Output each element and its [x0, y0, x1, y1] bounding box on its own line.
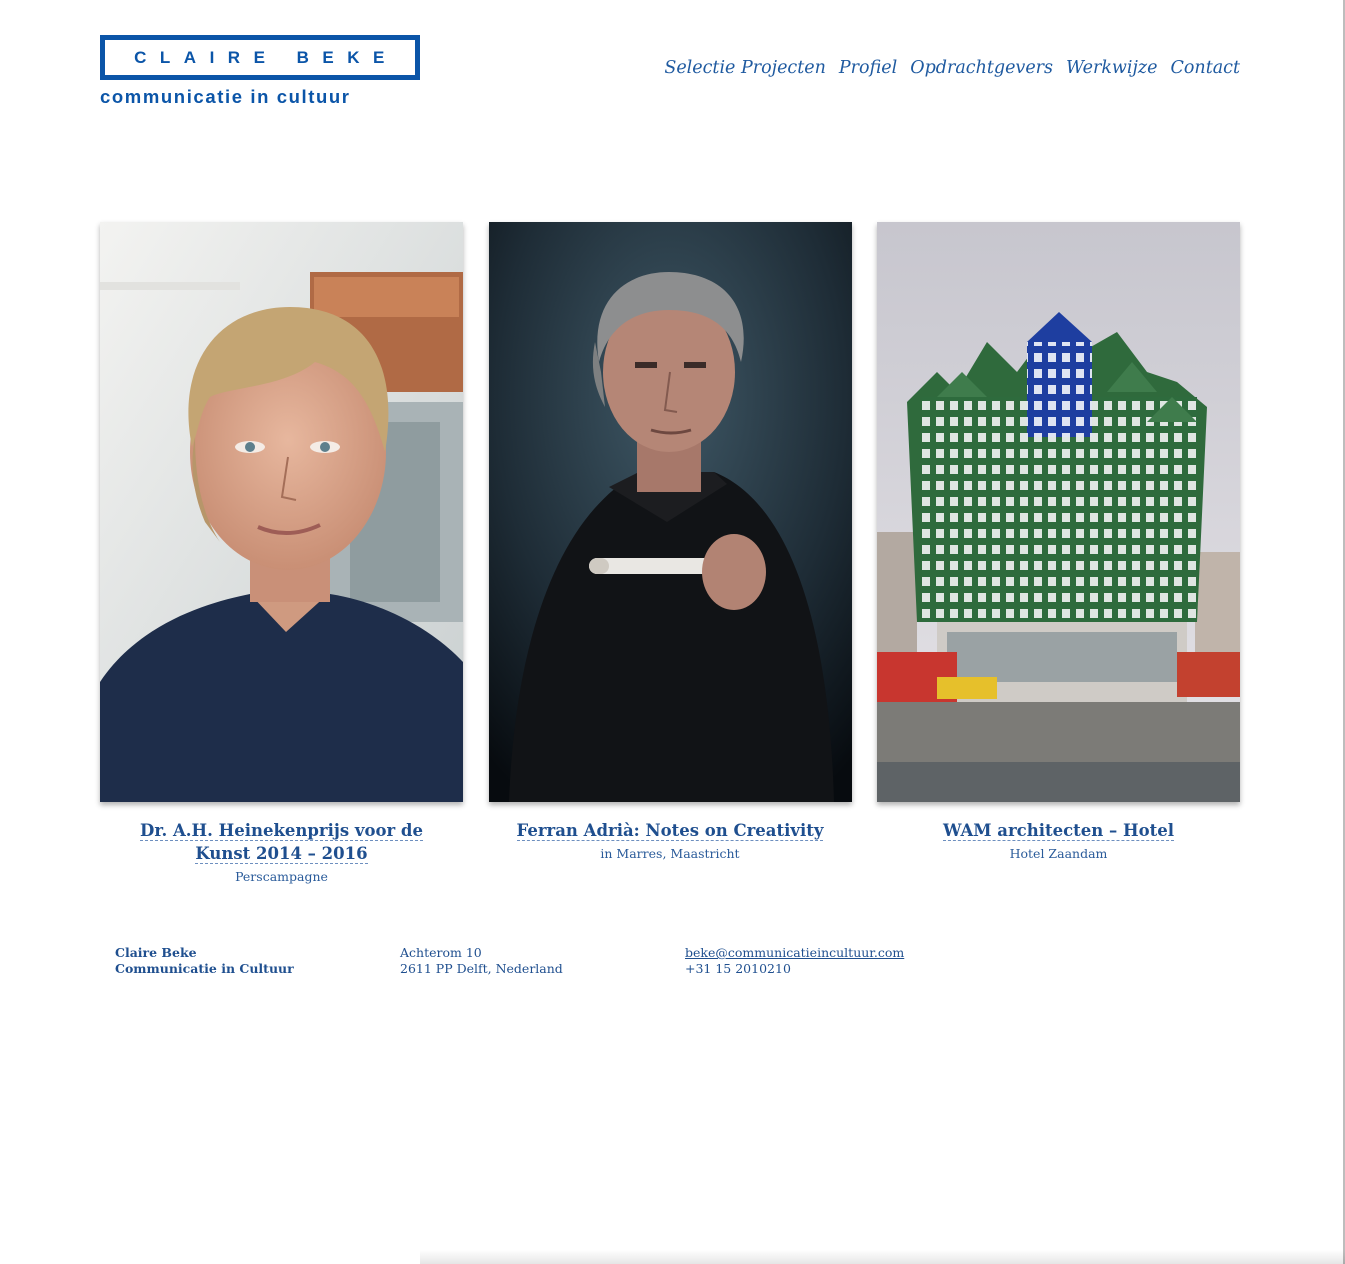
project-grid: Dr. A.H. Heinekenprijs voor de Kunst 201…: [100, 222, 1240, 884]
footer-company-tagline: Communicatie in Cultuur: [115, 961, 294, 976]
project-title-link[interactable]: Dr. A.H. Heinekenprijs voor de Kunst 201…: [140, 821, 423, 864]
portrait-man-image: [488, 222, 852, 802]
footer-contact: beke@communicatieincultuur.com +31 15 20…: [685, 945, 904, 977]
project-card: Dr. A.H. Heinekenprijs voor de Kunst 201…: [100, 222, 463, 884]
project-title-link[interactable]: Ferran Adrià: Notes on Creativity: [516, 821, 824, 841]
nav-item-contact[interactable]: Contact: [1171, 58, 1241, 78]
main-nav: Selectie Projecten Profiel Opdrachtgever…: [664, 58, 1240, 78]
footer-company-name: Claire Beke: [115, 945, 197, 960]
portrait-woman-image: [100, 222, 463, 802]
footer-company: Claire Beke Communicatie in Cultuur: [115, 945, 294, 977]
nav-item-werkwijze[interactable]: Werkwijze: [1066, 58, 1157, 78]
brand-logo[interactable]: CLAIRE BEKE communicatie in cultuur: [100, 35, 420, 108]
project-photo-portrait-man[interactable]: [488, 222, 852, 802]
logo-tagline: communicatie in cultuur: [100, 86, 351, 107]
project-photo-portrait-woman[interactable]: [100, 222, 463, 802]
hotel-building-image: [877, 222, 1240, 802]
project-subtitle: in Marres, Maastricht: [600, 846, 740, 861]
logo-name: CLAIRE BEKE: [134, 47, 398, 67]
project-card: WAM architecten – Hotel Hotel Zaandam: [877, 222, 1240, 884]
project-card: Ferran Adrià: Notes on Creativity in Mar…: [488, 222, 852, 884]
window-bottom-shadow: [420, 1250, 1345, 1264]
footer-email-link[interactable]: beke@communicatieincultuur.com: [685, 945, 904, 960]
project-title-link[interactable]: WAM architecten – Hotel: [943, 821, 1174, 841]
nav-item-selectie-projecten[interactable]: Selectie Projecten: [664, 58, 826, 78]
nav-item-profiel[interactable]: Profiel: [839, 58, 897, 78]
logo-frame: CLAIRE BEKE: [100, 35, 420, 80]
project-subtitle: Perscampagne: [235, 869, 328, 884]
project-photo-hotel-building[interactable]: [877, 222, 1240, 802]
project-subtitle: Hotel Zaandam: [1009, 846, 1108, 861]
footer-address: Achterom 10 2611 PP Delft, Nederland: [400, 945, 563, 977]
footer-phone: +31 15 2010210: [685, 961, 791, 976]
nav-item-opdrachtgevers[interactable]: Opdrachtgevers: [910, 58, 1053, 78]
footer-street: Achterom 10: [400, 945, 482, 960]
footer-city: 2611 PP Delft, Nederland: [400, 961, 563, 976]
